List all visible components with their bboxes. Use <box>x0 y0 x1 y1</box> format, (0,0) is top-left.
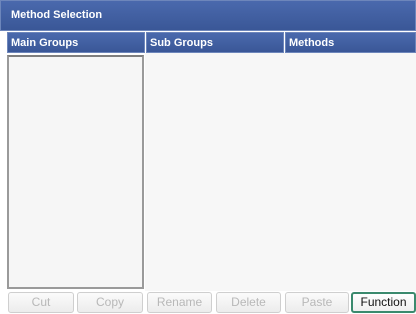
main-groups-header: Main Groups <box>7 32 145 53</box>
copy-button[interactable]: Copy <box>77 292 143 313</box>
cut-button[interactable]: Cut <box>8 292 74 313</box>
main-groups-list[interactable] <box>7 55 144 289</box>
window-title: Method Selection <box>11 9 103 21</box>
title-bar: Method Selection <box>0 0 416 31</box>
sub-groups-methods-list[interactable] <box>145 53 416 291</box>
paste-button[interactable]: Paste <box>285 292 349 313</box>
left-margin <box>0 31 7 293</box>
rename-button[interactable]: Rename <box>147 292 212 313</box>
sub-groups-header: Sub Groups <box>146 32 284 53</box>
function-button[interactable]: Function <box>351 292 416 313</box>
delete-button[interactable]: Delete <box>216 292 281 313</box>
methods-header: Methods <box>285 32 416 53</box>
